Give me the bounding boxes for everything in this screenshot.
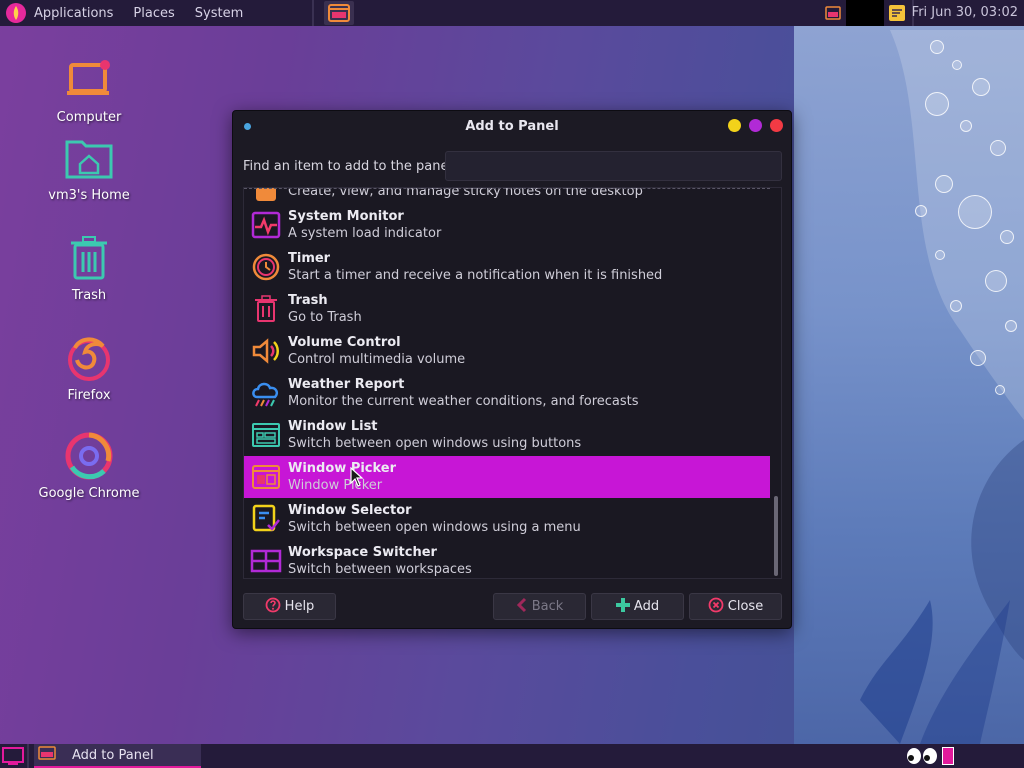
taskbar-button-add-to-panel[interactable]: Add to Panel bbox=[34, 744, 201, 768]
firefox-icon bbox=[61, 330, 117, 386]
dialog-titlebar[interactable]: Add to Panel bbox=[233, 111, 791, 141]
trash-icon bbox=[244, 288, 288, 330]
applications-icon[interactable] bbox=[6, 3, 26, 23]
home-folder-icon bbox=[61, 130, 117, 186]
list-item[interactable]: Volume Control Control multimedia volume bbox=[244, 330, 770, 372]
window-picker-task-icon bbox=[38, 746, 56, 764]
help-label: Help bbox=[284, 599, 315, 614]
window-picker-icon bbox=[244, 456, 288, 498]
back-button[interactable]: Back bbox=[493, 593, 586, 620]
item-name: Window Picker bbox=[288, 460, 397, 476]
sticky-notes-tray-icon[interactable] bbox=[884, 1, 910, 25]
volume-icon bbox=[244, 330, 288, 372]
list-item[interactable]: Trash Go to Trash bbox=[244, 288, 770, 330]
window-picker-applet-icon[interactable] bbox=[324, 1, 354, 25]
window-menu-dot-icon[interactable] bbox=[244, 123, 251, 130]
workspace-indicator[interactable] bbox=[942, 747, 954, 765]
close-circle-icon bbox=[708, 597, 724, 617]
list-item[interactable]: Workspace Switcher Switch between worksp… bbox=[244, 540, 770, 578]
desktop-icon-label: Computer bbox=[56, 110, 122, 125]
window-picker-tray-icon[interactable] bbox=[820, 1, 846, 25]
trash-icon bbox=[61, 230, 117, 286]
item-desc: Go to Trash bbox=[288, 309, 362, 325]
item-name: Window Selector bbox=[288, 502, 412, 518]
task-label: Add to Panel bbox=[72, 747, 154, 763]
add-button[interactable]: Add bbox=[591, 593, 684, 620]
item-name: Volume Control bbox=[288, 334, 401, 350]
desktop-icon-home[interactable]: vm3's Home bbox=[34, 130, 144, 203]
add-label: Add bbox=[633, 599, 660, 614]
desktop-icon-label: Google Chrome bbox=[38, 486, 140, 501]
desktop-icon-label: Firefox bbox=[67, 388, 111, 403]
dialog-title: Add to Panel bbox=[465, 118, 559, 134]
window-list-icon bbox=[244, 414, 288, 456]
panel-separator bbox=[27, 744, 29, 768]
help-button[interactable]: Help bbox=[243, 593, 336, 620]
desktop-icon-label: Trash bbox=[71, 288, 107, 303]
clock[interactable]: Fri Jun 30, 03:02 bbox=[912, 0, 1018, 26]
item-name: Workspace Switcher bbox=[288, 544, 437, 560]
help-icon bbox=[265, 597, 281, 617]
menu-places[interactable]: Places bbox=[123, 0, 184, 26]
bottom-panel: Add to Panel bbox=[0, 744, 1024, 768]
weather-icon bbox=[244, 372, 288, 414]
chrome-icon bbox=[61, 428, 117, 484]
plus-icon bbox=[615, 597, 630, 616]
item-desc: A system load indicator bbox=[288, 225, 442, 241]
back-arrow-icon bbox=[516, 597, 528, 617]
list-item-selected[interactable]: Window Picker Window Picker bbox=[244, 456, 770, 498]
panel-separator bbox=[312, 0, 314, 26]
add-to-panel-dialog: Add to Panel Find an item to add to the … bbox=[232, 110, 792, 629]
list-item[interactable]: Weather Report Monitor the current weath… bbox=[244, 372, 770, 414]
desktop-icon-chrome[interactable]: Google Chrome bbox=[34, 428, 144, 501]
desktop-icon-trash[interactable]: Trash bbox=[34, 230, 144, 303]
maximize-button[interactable] bbox=[749, 119, 762, 132]
mouse-cursor-icon bbox=[350, 467, 364, 487]
item-desc: Switch between open windows using button… bbox=[288, 435, 582, 451]
find-input[interactable] bbox=[445, 151, 782, 181]
divider bbox=[244, 188, 770, 189]
item-name: System Monitor bbox=[288, 208, 404, 224]
item-desc: Start a timer and receive a notification… bbox=[288, 267, 663, 283]
back-label: Back bbox=[531, 599, 564, 614]
item-desc: Control multimedia volume bbox=[288, 351, 466, 367]
show-desktop-icon[interactable] bbox=[2, 747, 24, 765]
close-button[interactable]: Close bbox=[689, 593, 782, 620]
window-selector-icon bbox=[244, 498, 288, 540]
close-label: Close bbox=[727, 599, 764, 614]
item-desc: Monitor the current weather conditions, … bbox=[288, 393, 639, 409]
list-scrollbar[interactable] bbox=[774, 496, 778, 576]
desktop-icon-label: vm3's Home bbox=[48, 188, 130, 203]
list-item[interactable]: Window Selector Switch between open wind… bbox=[244, 498, 770, 540]
top-panel: Applications Places System Fri Jun 30, 0… bbox=[0, 0, 1024, 26]
item-name: Weather Report bbox=[288, 376, 405, 392]
computer-icon bbox=[61, 52, 117, 108]
menu-system[interactable]: System bbox=[185, 0, 253, 26]
find-row: Find an item to add to the panel: bbox=[243, 151, 783, 181]
panel-applet-area bbox=[846, 0, 884, 26]
eyes-applet-icon[interactable] bbox=[906, 747, 938, 765]
menu-applications[interactable]: Applications bbox=[26, 0, 123, 26]
workspace-switcher-icon bbox=[244, 540, 288, 578]
timer-icon bbox=[244, 246, 288, 288]
list-item[interactable]: Timer Start a timer and receive a notifi… bbox=[244, 246, 770, 288]
item-desc: Switch between open windows using a menu bbox=[288, 519, 581, 535]
find-label: Find an item to add to the panel: bbox=[243, 158, 457, 174]
items-list[interactable]: Create, view, and manage sticky notes on… bbox=[243, 187, 782, 579]
list-item[interactable]: System Monitor A system load indicator bbox=[244, 204, 770, 246]
system-monitor-icon bbox=[244, 204, 288, 246]
desktop-icon-computer[interactable]: Computer bbox=[34, 52, 144, 125]
item-name: Timer bbox=[288, 250, 331, 266]
item-desc: Switch between workspaces bbox=[288, 561, 472, 577]
desktop-icon-firefox[interactable]: Firefox bbox=[34, 330, 144, 403]
list-item[interactable]: Window List Switch between open windows … bbox=[244, 414, 770, 456]
item-desc: Window Picker bbox=[288, 477, 383, 493]
item-name: Window List bbox=[288, 418, 378, 434]
item-name: Trash bbox=[288, 292, 328, 308]
close-window-button[interactable] bbox=[770, 119, 783, 132]
minimize-button[interactable] bbox=[728, 119, 741, 132]
